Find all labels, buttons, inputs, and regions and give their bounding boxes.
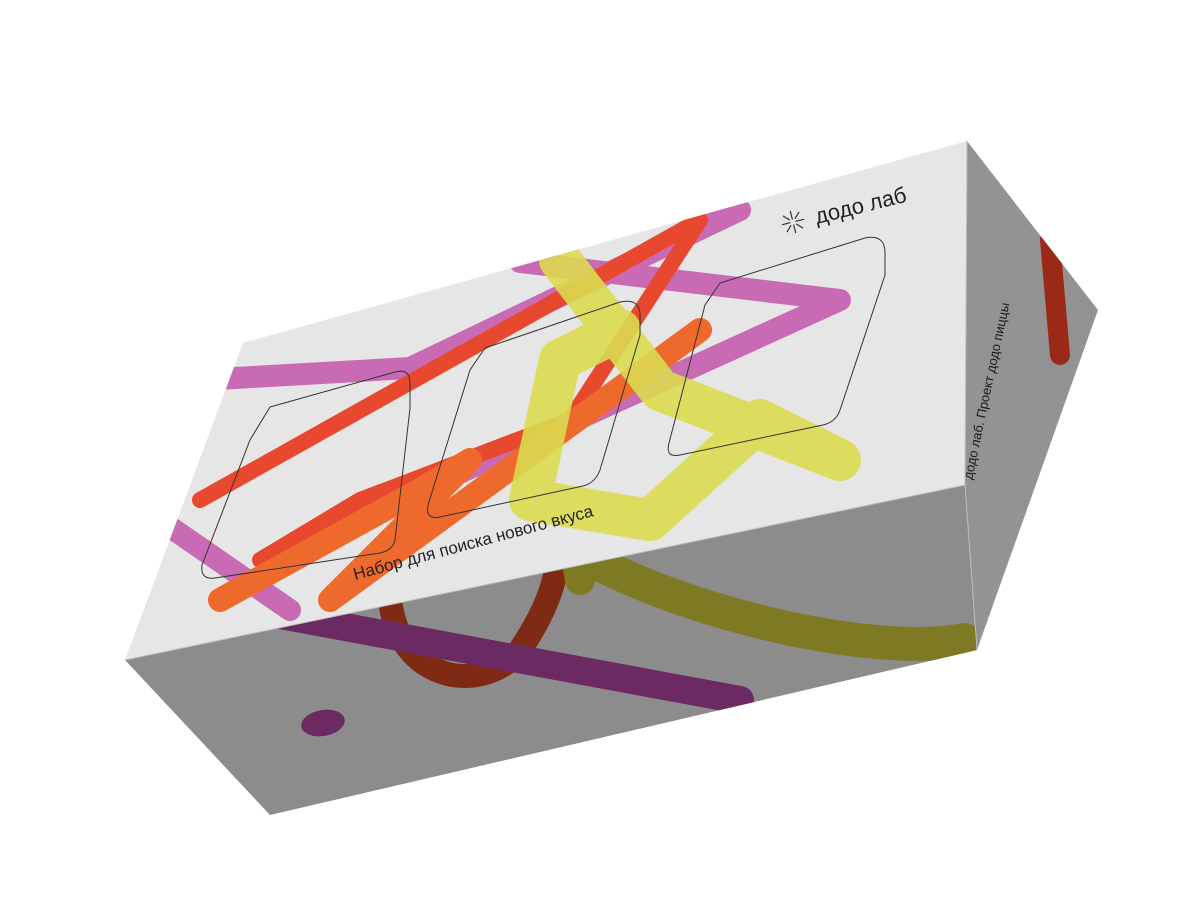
red-side-stroke (1040, 230, 1070, 365)
side-face-scribbles (1040, 230, 1070, 365)
product-box-illustration: додо лаб Набор для поиска нового вкуса д… (124, 140, 1098, 815)
scene: додо лаб Набор для поиска нового вкуса д… (0, 0, 1200, 900)
